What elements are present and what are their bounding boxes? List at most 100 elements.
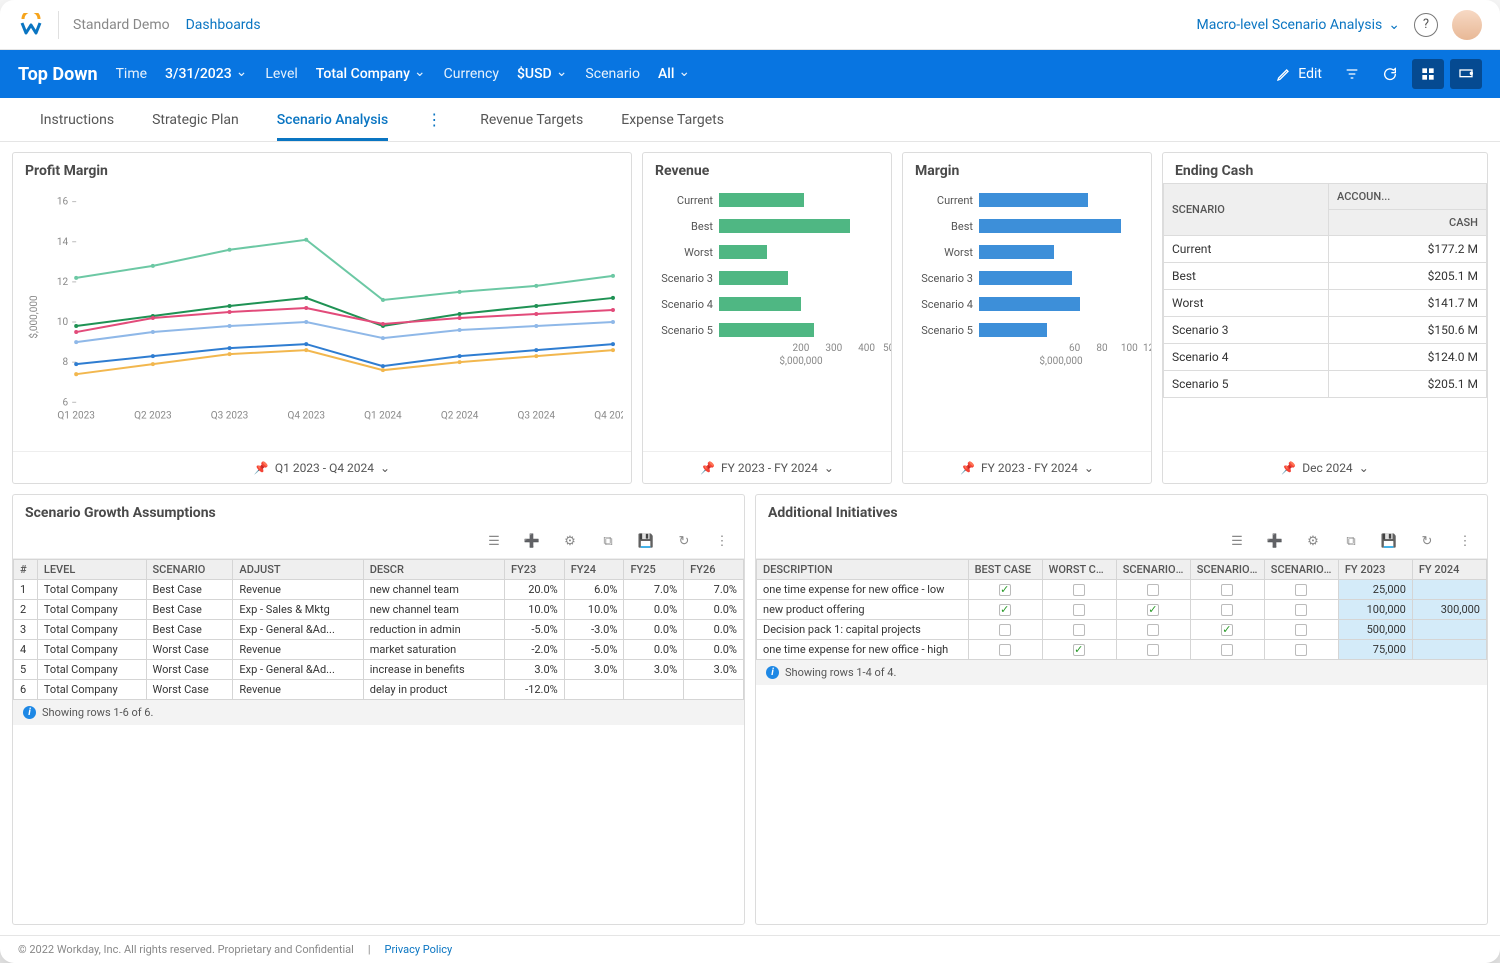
- bar-row: Scenario 4: [651, 291, 883, 317]
- grid-view-icon[interactable]: [1412, 59, 1444, 89]
- table-row[interactable]: Current$177.2 M: [1164, 236, 1487, 263]
- checkbox-icon[interactable]: [1221, 604, 1233, 616]
- avatar[interactable]: [1452, 10, 1482, 40]
- card-title: Margin: [903, 153, 1151, 183]
- copy-icon[interactable]: ⧉: [1343, 534, 1359, 550]
- bar-label: Scenario 4: [651, 298, 713, 311]
- checkbox-icon[interactable]: [1073, 604, 1085, 616]
- add-row-icon[interactable]: ➕: [1267, 534, 1283, 550]
- revenue-chart[interactable]: Current Best Worst Scenario 3 Scenario 4…: [643, 183, 891, 451]
- assumptions-table[interactable]: #LEVELSCENARIOADJUSTDESCRFY23FY24FY25FY2…: [13, 559, 744, 700]
- currency-label: Currency: [444, 66, 499, 82]
- bar-label: Best: [911, 220, 973, 233]
- copyright: © 2022 Workday, Inc. All rights reserved…: [18, 943, 354, 956]
- range-label: FY 2023 - FY 2024: [981, 461, 1078, 475]
- card-range[interactable]: 📌 Dec 2024 ⌄: [1163, 451, 1487, 483]
- more-icon[interactable]: ⋮: [1457, 534, 1473, 550]
- settings-icon[interactable]: ⚙: [562, 534, 578, 550]
- checkbox-icon[interactable]: [1073, 584, 1085, 596]
- bar-label: Scenario 3: [651, 272, 713, 285]
- breadcrumb-link[interactable]: Dashboards: [186, 17, 261, 33]
- profit-margin-chart[interactable]: 6810121416Q1 2023Q2 2023Q3 2023Q4 2023Q1…: [21, 187, 623, 447]
- checkbox-icon[interactable]: [1295, 644, 1307, 656]
- save-icon[interactable]: 💾: [638, 534, 654, 550]
- bar-label: Scenario 5: [651, 324, 713, 337]
- time-filter[interactable]: 3/31/2023: [165, 66, 247, 82]
- edit-button[interactable]: Edit: [1268, 59, 1330, 89]
- privacy-link[interactable]: Privacy Policy: [385, 943, 453, 956]
- scenario-analysis-link[interactable]: Macro-level Scenario Analysis ⌄: [1197, 17, 1400, 33]
- checkbox-icon[interactable]: [1221, 584, 1233, 596]
- checkbox-icon[interactable]: [1221, 644, 1233, 656]
- checkbox-icon[interactable]: [999, 644, 1011, 656]
- table-row[interactable]: Best$205.1 M: [1164, 263, 1487, 290]
- checkbox-icon[interactable]: [1147, 584, 1159, 596]
- bar-label: Scenario 5: [911, 324, 973, 337]
- svg-text:Q4 2023: Q4 2023: [287, 410, 325, 421]
- margin-chart[interactable]: Current Best Worst Scenario 3 Scenario 4…: [903, 183, 1151, 451]
- currency-filter[interactable]: $USD: [517, 66, 567, 82]
- table-row[interactable]: Scenario 5$205.1 M: [1164, 371, 1487, 398]
- level-filter[interactable]: Total Company: [316, 66, 426, 82]
- status-row: i Showing rows 1-4 of 4.: [756, 660, 1487, 685]
- tab-instructions[interactable]: Instructions: [40, 98, 114, 141]
- refresh-icon[interactable]: ↻: [676, 534, 692, 550]
- refresh-icon[interactable]: [1374, 59, 1406, 89]
- grid-toolbar: ☰ ➕ ⚙ ⧉ 💾 ↻ ⋮: [13, 525, 744, 559]
- present-icon[interactable]: [1450, 59, 1482, 89]
- tab-expense-targets[interactable]: Expense Targets: [621, 98, 724, 141]
- checkbox-icon[interactable]: [999, 624, 1011, 636]
- checkbox-icon[interactable]: [1073, 644, 1085, 656]
- tab-strategic-plan[interactable]: Strategic Plan: [152, 98, 239, 141]
- svg-text:Q2 2023: Q2 2023: [134, 410, 172, 421]
- table-row[interactable]: 5Total CompanyWorst CaseExp - General &A…: [14, 660, 744, 680]
- scenario-filter[interactable]: All: [658, 66, 690, 82]
- table-row[interactable]: 3Total CompanyBest CaseExp - General &Ad…: [14, 620, 744, 640]
- checkbox-icon[interactable]: [1147, 604, 1159, 616]
- table-row[interactable]: Decision pack 1: capital projects 500,00…: [757, 620, 1487, 640]
- settings-icon[interactable]: ⚙: [1305, 534, 1321, 550]
- copy-icon[interactable]: ⧉: [600, 534, 616, 550]
- checkbox-icon[interactable]: [999, 584, 1011, 596]
- tab-revenue-targets[interactable]: Revenue Targets: [480, 98, 583, 141]
- table-row[interactable]: Worst$141.7 M: [1164, 290, 1487, 317]
- ending-cash-table[interactable]: SCENARIOACCOUN...CASHCurrent$177.2 MBest…: [1163, 183, 1487, 398]
- table-row[interactable]: Scenario 4$124.0 M: [1164, 344, 1487, 371]
- table-row[interactable]: one time expense for new office - low 25…: [757, 580, 1487, 600]
- filter-icon[interactable]: [1336, 59, 1368, 89]
- table-row[interactable]: 4Total CompanyWorst CaseRevenuemarket sa…: [14, 640, 744, 660]
- checkbox-icon[interactable]: [1073, 624, 1085, 636]
- filter-icon[interactable]: ☰: [1229, 534, 1245, 550]
- checkbox-icon[interactable]: [1295, 624, 1307, 636]
- bar-row: Worst: [911, 239, 1143, 265]
- card-range[interactable]: 📌 Q1 2023 - Q4 2024 ⌄: [13, 451, 631, 483]
- initiatives-table[interactable]: DESCRIPTIONBEST CASEWORST CASESCENARIO 3…: [756, 559, 1487, 660]
- table-row[interactable]: 6Total CompanyWorst CaseRevenuedelay in …: [14, 680, 744, 700]
- bar-row: Worst: [651, 239, 883, 265]
- table-row[interactable]: 2Total CompanyBest CaseExp - Sales & Mkt…: [14, 600, 744, 620]
- save-icon[interactable]: 💾: [1381, 534, 1397, 550]
- tab-more-icon[interactable]: ⋮: [426, 110, 442, 129]
- table-row[interactable]: one time expense for new office - high 7…: [757, 640, 1487, 660]
- app-logo[interactable]: [18, 12, 44, 38]
- bar-label: Scenario 3: [911, 272, 973, 285]
- checkbox-icon[interactable]: [1295, 604, 1307, 616]
- help-icon[interactable]: ?: [1414, 13, 1438, 37]
- tab-scenario-analysis[interactable]: Scenario Analysis: [277, 98, 388, 141]
- scenario-label: Scenario: [585, 66, 640, 82]
- filter-icon[interactable]: ☰: [486, 534, 502, 550]
- checkbox-icon[interactable]: [1147, 644, 1159, 656]
- checkbox-icon[interactable]: [1295, 584, 1307, 596]
- pencil-icon: [1276, 66, 1292, 82]
- card-range[interactable]: 📌 FY 2023 - FY 2024 ⌄: [903, 451, 1151, 483]
- table-row[interactable]: new product offering 100,000 300,000: [757, 600, 1487, 620]
- checkbox-icon[interactable]: [999, 604, 1011, 616]
- more-icon[interactable]: ⋮: [714, 534, 730, 550]
- refresh-icon[interactable]: ↻: [1419, 534, 1435, 550]
- table-row[interactable]: 1Total CompanyBest CaseRevenuenew channe…: [14, 580, 744, 600]
- table-row[interactable]: Scenario 3$150.6 M: [1164, 317, 1487, 344]
- checkbox-icon[interactable]: [1147, 624, 1159, 636]
- add-row-icon[interactable]: ➕: [524, 534, 540, 550]
- card-range[interactable]: 📌 FY 2023 - FY 2024 ⌄: [643, 451, 891, 483]
- checkbox-icon[interactable]: [1221, 624, 1233, 636]
